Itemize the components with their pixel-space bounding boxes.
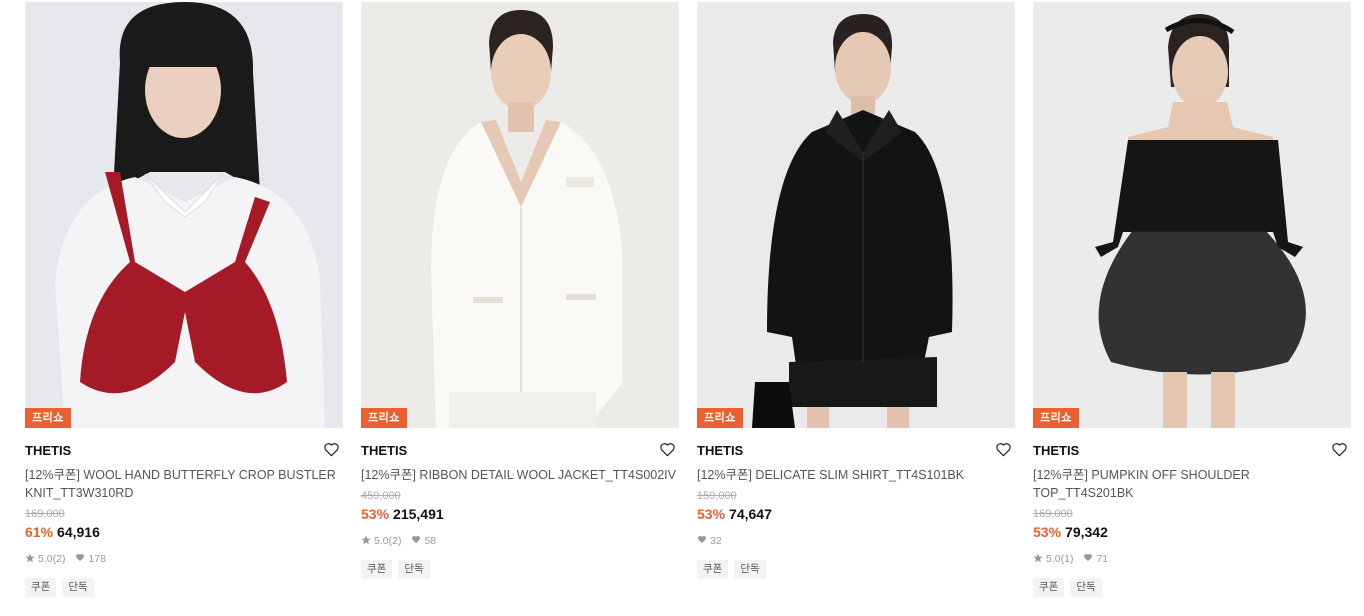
original-price: 169,000 [25, 508, 65, 520]
product-title[interactable]: [12%쿠폰] PUMPKIN OFF SHOULDER TOP_TT4S201… [1033, 466, 1351, 502]
sale-price: 74,647 [729, 506, 772, 522]
product-title[interactable]: [12%쿠폰] DELICATE SLIM SHIRT_TT4S101BK [697, 466, 1015, 484]
product-image[interactable]: 프리쇼 [361, 2, 679, 428]
like-count: 178 [88, 553, 106, 565]
exclusive-tag: 단독 [1070, 578, 1102, 597]
discount-rate: 53% [697, 506, 726, 522]
coupon-tag: 쿠폰 [361, 560, 393, 579]
product-photo-model-black-shirt [697, 2, 1015, 428]
wishlist-heart-icon[interactable] [995, 442, 1013, 458]
original-price: 459,000 [361, 490, 401, 502]
discount-rate: 61% [25, 524, 54, 540]
review-count: (2) [388, 535, 402, 547]
preshow-badge: 프리쇼 [361, 408, 407, 428]
product-title[interactable]: [12%쿠폰] RIBBON DETAIL WOOL JACKET_TT4S00… [361, 466, 679, 484]
preshow-badge: 프리쇼 [25, 408, 71, 428]
preshow-badge: 프리쇼 [1033, 408, 1079, 428]
wishlist-heart-icon[interactable] [659, 442, 677, 458]
sale-price: 64,916 [57, 524, 100, 540]
product-card[interactable]: 프리쇼 THETIS [12%쿠폰] RIBBON DETAIL WOOL JA… [361, 2, 679, 579]
like-count: 58 [424, 535, 437, 547]
brand-name[interactable]: THETIS [25, 443, 71, 458]
product-photo-model-white-jacket [361, 2, 679, 428]
like-count: 32 [710, 535, 722, 547]
heart-filled-icon [697, 535, 707, 547]
wishlist-heart-icon[interactable] [323, 442, 341, 458]
product-photo-model-red-knit [25, 2, 343, 428]
brand-name[interactable]: THETIS [361, 443, 407, 458]
heart-filled-icon [75, 553, 85, 565]
product-stats: 32 [697, 534, 1015, 548]
product-stats: 5.0 (2) 58 [361, 534, 679, 548]
exclusive-tag: 단독 [734, 560, 766, 579]
preshow-badge: 프리쇼 [697, 408, 743, 428]
product-card[interactable]: 프리쇼 THETIS [12%쿠폰] PUMPKIN OFF SHOULDER … [1033, 2, 1351, 597]
discount-rate: 53% [1033, 524, 1062, 540]
coupon-tag: 쿠폰 [1033, 578, 1065, 597]
product-title[interactable]: [12%쿠폰] WOOL HAND BUTTERFLY CROP BUSTLER… [25, 466, 343, 502]
wishlist-heart-icon[interactable] [1331, 442, 1349, 458]
rating-value: 5.0 [1046, 553, 1061, 565]
discount-rate: 53% [361, 506, 390, 522]
brand-name[interactable]: THETIS [697, 443, 743, 458]
product-photo-model-black-dress [1033, 2, 1351, 428]
original-price: 159,000 [697, 490, 737, 502]
product-image[interactable]: 프리쇼 [697, 2, 1015, 428]
heart-filled-icon [1083, 553, 1093, 565]
rating-value: 5.0 [38, 553, 53, 565]
product-image[interactable]: 프리쇼 [1033, 2, 1351, 428]
coupon-tag: 쿠폰 [697, 560, 729, 579]
like-count: 71 [1096, 553, 1109, 565]
rating-value: 5.0 [374, 535, 389, 547]
review-count: (2) [52, 553, 66, 565]
star-icon [361, 535, 371, 548]
exclusive-tag: 단독 [398, 560, 430, 579]
star-icon [25, 553, 35, 566]
product-image[interactable]: 프리쇼 [25, 2, 343, 428]
star-icon [1033, 553, 1043, 566]
sale-price: 79,342 [1065, 524, 1108, 540]
sale-price: 215,491 [393, 506, 444, 522]
product-grid: 프리쇼 THETIS [12%쿠폰] WOOL HAND BUTTERFLY C… [0, 0, 1364, 616]
heart-filled-icon [411, 535, 421, 547]
brand-name[interactable]: THETIS [1033, 443, 1079, 458]
exclusive-tag: 단독 [62, 578, 94, 597]
product-card[interactable]: 프리쇼 THETIS [12%쿠폰] DELICATE SLIM SHIRT_T… [697, 2, 1015, 579]
coupon-tag: 쿠폰 [25, 578, 57, 597]
original-price: 169,000 [1033, 508, 1073, 520]
product-stats: 5.0 (2) 178 [25, 552, 343, 566]
review-count: (1) [1060, 553, 1074, 565]
product-stats: 5.0 (1) 71 [1033, 552, 1351, 566]
product-card[interactable]: 프리쇼 THETIS [12%쿠폰] WOOL HAND BUTTERFLY C… [25, 2, 343, 597]
